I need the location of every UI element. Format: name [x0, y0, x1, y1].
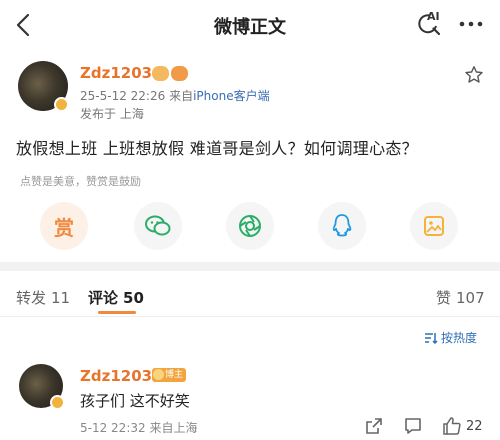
comment-share-button[interactable]	[364, 416, 384, 436]
post-text: 放假想上班 上班想放假 难道哥是剑人？如何调理心态？	[16, 139, 418, 158]
comment-meta: 5-12 22:32 来自上海	[80, 421, 198, 435]
tab-comments-label: 评论	[88, 289, 119, 307]
member-badge-icon[interactable]	[171, 66, 188, 81]
tab-reposts-count: 11	[51, 289, 71, 307]
save-image-icon	[424, 216, 444, 236]
sort-icon	[425, 332, 438, 344]
comment-like-button[interactable]	[442, 416, 462, 436]
save-image-button[interactable]	[410, 202, 458, 250]
avatar[interactable]	[18, 61, 69, 112]
comment-text: 孩子们 这不好笑	[80, 392, 190, 410]
ai-search-button[interactable]: AI	[414, 9, 444, 39]
author-face-icon	[153, 369, 164, 380]
author-badge-label: 博主	[165, 370, 184, 380]
sort-by-hot-button[interactable]: 按热度	[424, 329, 477, 346]
share-qq-button[interactable]	[318, 202, 366, 250]
tab-comments-count: 50	[123, 289, 144, 307]
share-moments-button[interactable]	[226, 202, 274, 250]
tab-comments[interactable]: 评论 50	[88, 287, 144, 308]
fan-badge-icon[interactable]	[152, 66, 169, 81]
reward-icon: 赏	[54, 215, 74, 240]
comment-reply-button[interactable]	[403, 416, 423, 436]
sort-label: 按热度	[441, 331, 478, 345]
more-dots-icon	[459, 21, 483, 27]
section-divider	[0, 262, 500, 271]
post-time: 25-5-12 22:26	[80, 89, 166, 103]
comment-icon	[405, 418, 421, 434]
post-meta: 25-5-12 22:26 来自iPhone客户端	[80, 87, 270, 104]
post-client[interactable]: iPhone客户端	[193, 89, 270, 103]
verified-badge-icon	[50, 395, 65, 410]
reward-button[interactable]: 赏	[40, 202, 88, 250]
star-icon	[465, 66, 483, 83]
tab-active-indicator	[98, 311, 136, 314]
tab-likes-count: 107	[456, 289, 485, 307]
favorite-button[interactable]	[464, 65, 484, 85]
post-source-prefix: 来自	[169, 89, 194, 103]
thumbs-up-icon	[443, 417, 461, 435]
top-bar: 微博正文 AI	[0, 0, 500, 52]
more-button[interactable]	[456, 12, 486, 36]
qq-icon	[332, 214, 352, 237]
tab-bar: 转发 11 评论 50 赞 107	[0, 271, 500, 317]
share-wechat-button[interactable]	[134, 202, 182, 250]
avatar[interactable]	[19, 364, 65, 410]
tab-reposts-label: 转发	[16, 289, 47, 307]
share-icon	[366, 418, 382, 434]
verified-badge-icon	[54, 97, 69, 112]
tab-likes-label: 赞	[436, 289, 452, 307]
post-location: 发布于 上海	[80, 107, 144, 121]
ai-label: AI	[427, 10, 440, 23]
author-badge: 博主	[152, 368, 187, 382]
post-username[interactable]: Zdz1203	[80, 64, 152, 82]
comment-username[interactable]: Zdz1203	[80, 367, 152, 385]
tab-likes[interactable]: 赞 107	[436, 287, 485, 308]
tab-reposts[interactable]: 转发 11	[16, 287, 70, 308]
moments-icon	[239, 215, 261, 237]
comment-like-count: 22	[466, 419, 483, 434]
share-row: 赏	[0, 202, 500, 250]
wechat-icon	[145, 215, 171, 236]
like-hint: 点赞是美意，赞赏是鼓励	[20, 175, 141, 188]
